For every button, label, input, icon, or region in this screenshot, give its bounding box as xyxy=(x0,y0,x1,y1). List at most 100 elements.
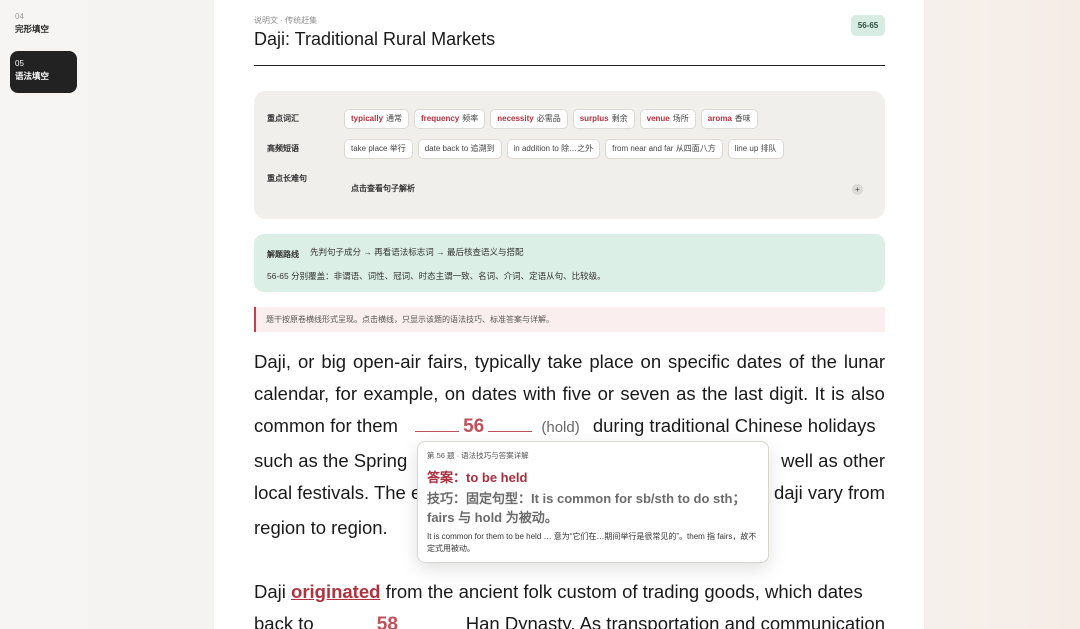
word-zh: 通常 xyxy=(386,114,403,123)
blank-56[interactable]: 56 xyxy=(411,415,536,437)
sidebar-item-label: 语法填空 xyxy=(15,71,50,81)
passage-word: digit. xyxy=(769,383,809,404)
passage-word: big xyxy=(321,351,347,372)
word-chip[interactable]: aroma 香味 xyxy=(700,109,758,129)
passage-word: is xyxy=(831,383,845,404)
sidebar-item-number: 04 xyxy=(15,12,24,21)
passage-line: Daji originated from the ancient folk cu… xyxy=(254,581,885,603)
passage-text: Daji xyxy=(254,581,286,602)
key-phrases-list: take place 举行 date back to 追溯到 in additi… xyxy=(344,139,784,159)
passage-word: or xyxy=(297,351,315,372)
passage-line: Daji, or big open-air fairs, typically take pla… xyxy=(254,351,885,373)
phrase-chip[interactable]: date back to 追溯到 xyxy=(417,139,502,159)
word-chip[interactable]: necessity 必需品 xyxy=(490,109,568,129)
sidebar-item-number: 05 xyxy=(15,59,24,68)
passage-text: during traditional Chinese holidays xyxy=(592,415,876,436)
word-en: necessity xyxy=(497,114,534,123)
passage-text: from the ancient folk custom of trading … xyxy=(385,581,863,602)
passage-text: back to xyxy=(254,613,314,629)
passage-word: or xyxy=(597,383,615,404)
word-en: typically xyxy=(351,114,384,123)
blank-number: 58 xyxy=(376,614,398,629)
passage-word: as xyxy=(676,383,696,404)
tips-label: 解题路线 xyxy=(267,250,299,259)
passage-text: Han Dynasty. As transportation and commu… xyxy=(465,613,885,629)
passage-word: the xyxy=(701,383,728,404)
page-title: Daji: Traditional Rural Markets xyxy=(254,29,496,49)
key-phrases-label: 高频短语 xyxy=(267,144,299,153)
passage-word: It xyxy=(814,383,825,404)
sidebar-item-grammar-fill[interactable]: 05 语法填空 xyxy=(10,51,77,93)
answer-popup: 第 56 题 · 语法技巧与答案详解 答案：to be held 技巧：固定句型… xyxy=(417,441,769,563)
instruction-notice: 题干按原卷横线形式呈现。点击横线，只显示该题的语法技巧、标准答案与详解。 xyxy=(254,307,885,332)
word-zh: 频率 xyxy=(462,114,479,123)
passage-text: common for them xyxy=(254,415,398,436)
blank-underline xyxy=(415,428,460,432)
passage-word: seven xyxy=(620,383,670,404)
passage-word: on xyxy=(640,351,662,372)
word-en: surplus xyxy=(579,114,609,123)
passage-line: common for them 56 (hold) during traditi… xyxy=(254,415,885,438)
passage-line: back to 58 Han Dynasty. As transportatio… xyxy=(254,613,885,629)
word-chip[interactable]: surplus 剩余 xyxy=(572,109,635,129)
passage-text: such as the Spring xyxy=(254,450,408,471)
word-zh: 剩余 xyxy=(611,114,628,123)
passage-word: dates xyxy=(736,351,782,372)
passage-word: also xyxy=(850,383,885,404)
passage-word: place xyxy=(589,351,634,372)
passage-line: calendar, for example, on dates with five or sev… xyxy=(254,383,885,405)
passage-word: open-air xyxy=(352,351,421,372)
tips-coverage: 56-65 分别覆盖：非谓语、词性、冠词、时态主谓一致、名词、介词、定语从句、比… xyxy=(267,271,606,281)
sidebar-item-label: 完形填空 xyxy=(15,24,50,34)
vocab-keyword[interactable]: originated xyxy=(291,581,380,602)
sidebar: 04 完形填空 05 语法填空 xyxy=(0,0,88,629)
passage-word: with xyxy=(523,383,557,404)
question-range-badge: 56-65 xyxy=(851,15,885,36)
word-en: frequency xyxy=(421,114,460,123)
passage-word: on xyxy=(444,383,466,404)
passage-text: region to region. xyxy=(254,517,388,538)
word-chip[interactable]: typically 通常 xyxy=(344,109,410,129)
passage-word: of xyxy=(788,351,805,372)
blank-hint: (hold) xyxy=(541,419,580,436)
passage-word: fairs, xyxy=(427,351,468,372)
word-chip[interactable]: venue 场所 xyxy=(639,109,696,129)
key-sentences-label: 重点长难句 xyxy=(267,174,307,183)
article-category: 说明文 · 传统赶集 xyxy=(254,16,318,25)
sentence-analysis-toggle[interactable]: 点击查看句子解析 xyxy=(351,183,415,194)
passage-text: well as other xyxy=(781,450,885,471)
blank-underline xyxy=(488,428,533,432)
expand-icon[interactable]: + xyxy=(852,184,863,195)
passage-word: five xyxy=(562,383,592,404)
title-divider xyxy=(254,65,885,66)
passage-word: typically xyxy=(474,351,541,372)
phrase-chip[interactable]: take place 举行 xyxy=(344,139,413,159)
passage-word: dates xyxy=(471,383,517,404)
passage-word: lunar xyxy=(843,351,885,372)
passage-text: local festivals. The e xyxy=(254,482,422,503)
word-chip[interactable]: frequency 频率 xyxy=(414,109,486,129)
passage-word: last xyxy=(734,383,763,404)
phrase-chip[interactable]: from near and far 从四面八方 xyxy=(605,139,723,159)
word-en: aroma xyxy=(707,114,732,123)
passage-text: daji vary from xyxy=(773,482,885,503)
passage-word: Daji, xyxy=(254,351,292,372)
word-zh: 必需品 xyxy=(536,114,561,123)
passage-word: example, xyxy=(363,383,439,404)
vocab-card: 重点词汇 typically 通常 frequency 频率 necessity 必需… xyxy=(254,91,885,219)
phrase-chip[interactable]: in addition to 除…之外 xyxy=(506,139,601,159)
key-words-label: 重点词汇 xyxy=(267,114,299,123)
popup-explanation: It is common for them to be held … 意为“它们… xyxy=(427,532,757,553)
passage-word: calendar, xyxy=(254,383,330,404)
passage-word: take xyxy=(547,351,583,372)
blank-58[interactable]: 58 xyxy=(325,613,450,629)
word-zh: 香味 xyxy=(734,114,751,123)
popup-eyebrow: 第 56 题 · 语法技巧与答案详解 xyxy=(427,451,529,460)
sidebar-item-cloze[interactable]: 04 完形填空 xyxy=(10,12,77,36)
solving-tips-card: 解题路线 先判句子成分 → 再看语法标志词 → 最后核查语义与搭配 56-65 … xyxy=(254,234,885,292)
key-words-list: typically 通常 frequency 频率 necessity 必需品 sur… xyxy=(344,109,758,129)
tips-route: 先判句子成分 → 再看语法标志词 → 最后核查语义与搭配 xyxy=(310,247,524,257)
passage-word: specific xyxy=(668,351,730,372)
popup-technique: 技巧：固定句型：It is common for sb/sth to do st… xyxy=(427,491,746,525)
phrase-chip[interactable]: line up 排队 xyxy=(727,139,784,159)
